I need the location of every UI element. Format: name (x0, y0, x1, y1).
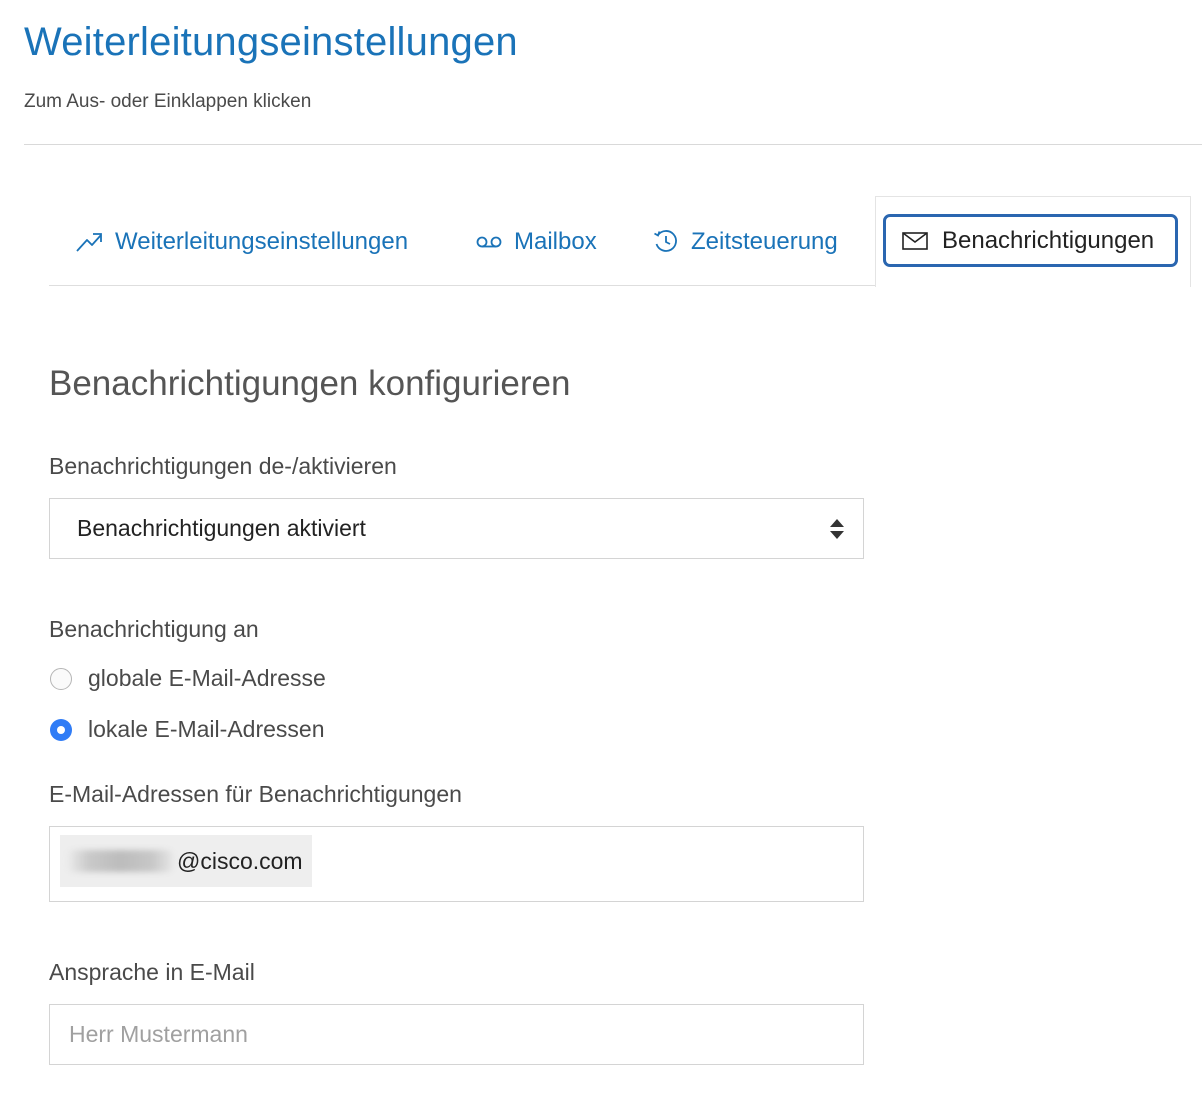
select-arrows-icon (829, 518, 845, 540)
salutation-input[interactable] (49, 1004, 864, 1065)
email-addresses-label: E-Mail-Adressen für Benachrichtigungen (49, 781, 462, 807)
collapse-hint[interactable]: Zum Aus- oder Einklappen klicken (24, 91, 311, 113)
section-heading: Benachrichtigungen konfigurieren (49, 364, 571, 403)
radio-label: globale E-Mail-Adresse (88, 665, 326, 691)
tab-label: Benachrichtigungen (942, 226, 1155, 254)
page-title[interactable]: Weiterleitungseinstellungen (24, 20, 518, 65)
tab-notifications[interactable]: Benachrichtigungen (883, 214, 1178, 267)
tab-label: Mailbox (514, 228, 597, 255)
radio-button[interactable] (50, 667, 72, 690)
email-domain: @cisco.com (177, 847, 303, 874)
radio-label: lokale E-Mail-Adressen (88, 716, 325, 742)
select-value: Benachrichtigungen aktiviert (77, 515, 366, 541)
radio-global-email[interactable]: globale E-Mail-Adresse (50, 665, 326, 692)
radio-button[interactable] (50, 718, 72, 741)
tab-mailbox[interactable]: Mailbox (476, 214, 597, 270)
tab-forwarding-settings[interactable]: Weiterleitungseinstellungen (75, 214, 408, 270)
forwarding-settings-page: Weiterleitungseinstellungen Zum Aus- ode… (0, 0, 1202, 1098)
tab-schedule[interactable]: Zeitsteuerung (653, 214, 838, 270)
tab-label: Zeitsteuerung (691, 228, 838, 255)
tab-label: Weiterleitungseinstellungen (115, 228, 409, 255)
email-addresses-field[interactable]: @cisco.com (49, 826, 864, 902)
tab-bar: Weiterleitungseinstellungen Mailbox Zeit… (49, 196, 1202, 287)
arrow-up-right-icon (75, 231, 103, 253)
salutation-label: Ansprache in E-Mail (49, 959, 255, 985)
notification-toggle-select[interactable]: Benachrichtigungen aktiviert (49, 498, 864, 559)
voicemail-icon (476, 235, 502, 249)
radio-local-emails[interactable]: lokale E-Mail-Adressen (50, 716, 324, 743)
redacted-username (68, 850, 173, 872)
email-chip[interactable]: @cisco.com (60, 835, 312, 887)
clock-icon (653, 229, 679, 255)
recipient-label: Benachrichtigung an (49, 616, 259, 642)
header-divider (24, 144, 1202, 145)
notification-toggle-label: Benachrichtigungen de-/aktivieren (49, 453, 397, 479)
tab-bar-divider (49, 285, 875, 286)
envelope-icon (902, 231, 928, 250)
